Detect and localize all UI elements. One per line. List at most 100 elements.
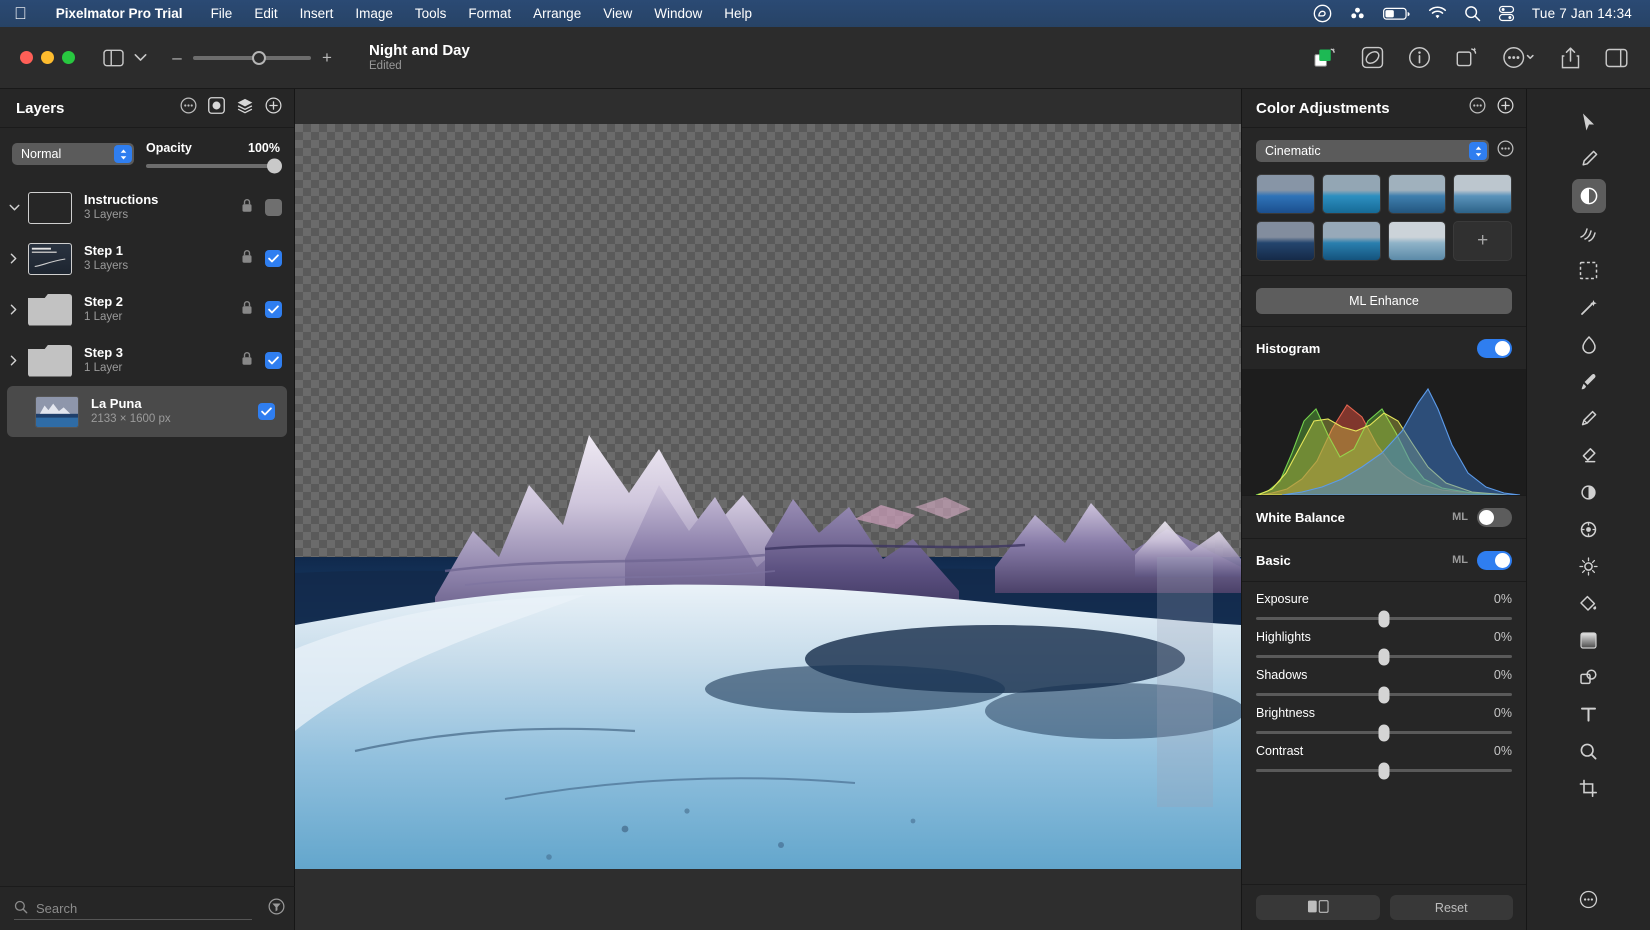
- filter-icon[interactable]: [268, 898, 285, 920]
- search-icon[interactable]: [1464, 5, 1481, 22]
- preset-thumbnail[interactable]: [1322, 174, 1381, 214]
- preset-thumbnail[interactable]: [1256, 174, 1315, 214]
- opacity-slider-knob[interactable]: [267, 158, 282, 173]
- canvas-area[interactable]: [295, 89, 1241, 930]
- chevron-updown-icon[interactable]: [1469, 142, 1487, 160]
- sidebar-toggle-icon[interactable]: [103, 49, 124, 67]
- chevron-down-icon[interactable]: [134, 53, 147, 62]
- smudge-icon[interactable]: [1572, 475, 1606, 509]
- preset-thumbnail[interactable]: [1256, 221, 1315, 261]
- exposure-slider[interactable]: [1256, 617, 1512, 620]
- white-balance-toggle[interactable]: [1477, 508, 1512, 527]
- histogram-toggle[interactable]: [1477, 339, 1512, 358]
- shapes-icon[interactable]: [1572, 660, 1606, 694]
- info-icon[interactable]: [1408, 46, 1431, 69]
- zoom-slider-knob[interactable]: [252, 51, 266, 65]
- color-swatch-icon[interactable]: [1313, 47, 1337, 69]
- chevron-right-icon[interactable]: [0, 355, 28, 366]
- shadows-slider-knob[interactable]: [1379, 686, 1390, 703]
- more-options-icon[interactable]: [180, 97, 197, 119]
- basic-toggle[interactable]: [1477, 551, 1512, 570]
- before-after-button[interactable]: [1256, 895, 1380, 920]
- add-adjustment-icon[interactable]: [1497, 97, 1514, 119]
- preset-more-options-icon[interactable]: [1497, 140, 1514, 162]
- chevron-right-icon[interactable]: [0, 253, 28, 264]
- chevron-right-icon[interactable]: [0, 304, 28, 315]
- inspector-toggle-icon[interactable]: [1605, 48, 1628, 68]
- wifi-icon[interactable]: [1428, 6, 1447, 21]
- type-icon[interactable]: [1572, 697, 1606, 731]
- menu-item-format[interactable]: Format: [457, 6, 522, 21]
- battery-icon[interactable]: [1383, 7, 1411, 21]
- color-adjustments-icon[interactable]: [1572, 179, 1606, 213]
- menu-item-arrange[interactable]: Arrange: [522, 6, 592, 21]
- contrast-slider-knob[interactable]: [1379, 762, 1390, 779]
- layers-stack-icon[interactable]: [236, 97, 254, 119]
- eraser-icon[interactable]: [1572, 438, 1606, 472]
- opacity-control[interactable]: Opacity 100%: [146, 141, 284, 168]
- visibility-checkbox[interactable]: [265, 301, 282, 318]
- effects-icon[interactable]: [1361, 46, 1384, 69]
- more-tools-icon[interactable]: [1572, 882, 1606, 916]
- visibility-checkbox[interactable]: [258, 403, 275, 420]
- chevron-updown-icon[interactable]: [114, 145, 132, 163]
- preset-select[interactable]: Cinematic: [1256, 140, 1489, 162]
- preset-thumbnail[interactable]: [1388, 174, 1447, 214]
- layer-row-step-3[interactable]: Step 3 1 Layer: [0, 335, 294, 386]
- maximize-button[interactable]: [62, 51, 75, 64]
- lock-icon[interactable]: [241, 198, 253, 218]
- white-balance-ml-tag[interactable]: ML: [1452, 511, 1468, 523]
- transform-icon[interactable]: [1455, 46, 1478, 69]
- paint-brush-icon[interactable]: [1572, 364, 1606, 398]
- clone-stamp-icon[interactable]: [1572, 512, 1606, 546]
- menu-app-name[interactable]: Pixelmator Pro Trial: [45, 6, 194, 21]
- zoom-slider-group[interactable]: – +: [171, 48, 333, 68]
- menu-item-tools[interactable]: Tools: [404, 6, 458, 21]
- pixel-brush-icon[interactable]: [1572, 401, 1606, 435]
- rectangular-marquee-icon[interactable]: [1572, 253, 1606, 287]
- color-fill-icon[interactable]: [1572, 586, 1606, 620]
- layer-row-step-2[interactable]: Step 2 1 Layer: [0, 284, 294, 335]
- gradient-fill-icon[interactable]: [1572, 623, 1606, 657]
- repair-icon[interactable]: [1572, 327, 1606, 361]
- zoom-in-label[interactable]: +: [321, 48, 333, 68]
- layer-row-la-puna[interactable]: La Puna 2133 × 1600 px: [7, 386, 287, 437]
- menu-item-insert[interactable]: Insert: [289, 6, 345, 21]
- visibility-checkbox[interactable]: [265, 352, 282, 369]
- add-layer-icon[interactable]: [265, 97, 282, 119]
- lock-icon[interactable]: [241, 351, 253, 371]
- effects-icon[interactable]: [1572, 216, 1606, 250]
- visibility-checkbox[interactable]: [265, 250, 282, 267]
- add-preset-button[interactable]: +: [1453, 221, 1512, 261]
- highlights-slider-knob[interactable]: [1379, 648, 1390, 665]
- mask-icon[interactable]: [208, 97, 225, 119]
- creative-cloud-icon[interactable]: [1313, 4, 1332, 23]
- preset-thumbnail[interactable]: [1388, 221, 1447, 261]
- lighten-icon[interactable]: [1572, 549, 1606, 583]
- arrow-select-icon[interactable]: [1572, 105, 1606, 139]
- menu-item-help[interactable]: Help: [713, 6, 763, 21]
- minimize-button[interactable]: [41, 51, 54, 64]
- contrast-slider[interactable]: [1256, 769, 1512, 772]
- quick-selection-icon[interactable]: [1572, 142, 1606, 176]
- preset-thumbnail[interactable]: [1453, 174, 1512, 214]
- magic-wand-icon[interactable]: [1572, 290, 1606, 324]
- basic-ml-tag[interactable]: ML: [1452, 554, 1468, 566]
- layer-row-step-1[interactable]: Step 1 3 Layers: [0, 233, 294, 284]
- crop-icon[interactable]: [1572, 771, 1606, 805]
- zoom-icon[interactable]: [1572, 734, 1606, 768]
- menu-bar-clock[interactable]: Tue 7 Jan 14:34: [1532, 6, 1632, 21]
- more-options-icon[interactable]: [1502, 46, 1536, 69]
- menu-item-edit[interactable]: Edit: [243, 6, 288, 21]
- chevron-down-icon[interactable]: [0, 204, 28, 212]
- menu-item-view[interactable]: View: [592, 6, 643, 21]
- blend-mode-select[interactable]: Normal: [12, 143, 134, 165]
- close-button[interactable]: [20, 51, 33, 64]
- brightness-slider-knob[interactable]: [1379, 724, 1390, 741]
- menu-item-image[interactable]: Image: [344, 6, 404, 21]
- menu-item-file[interactable]: File: [200, 6, 244, 21]
- shadows-slider[interactable]: [1256, 693, 1512, 696]
- share-icon[interactable]: [1560, 46, 1581, 70]
- highlights-slider[interactable]: [1256, 655, 1512, 658]
- apple-logo-icon[interactable]: : [14, 5, 27, 22]
